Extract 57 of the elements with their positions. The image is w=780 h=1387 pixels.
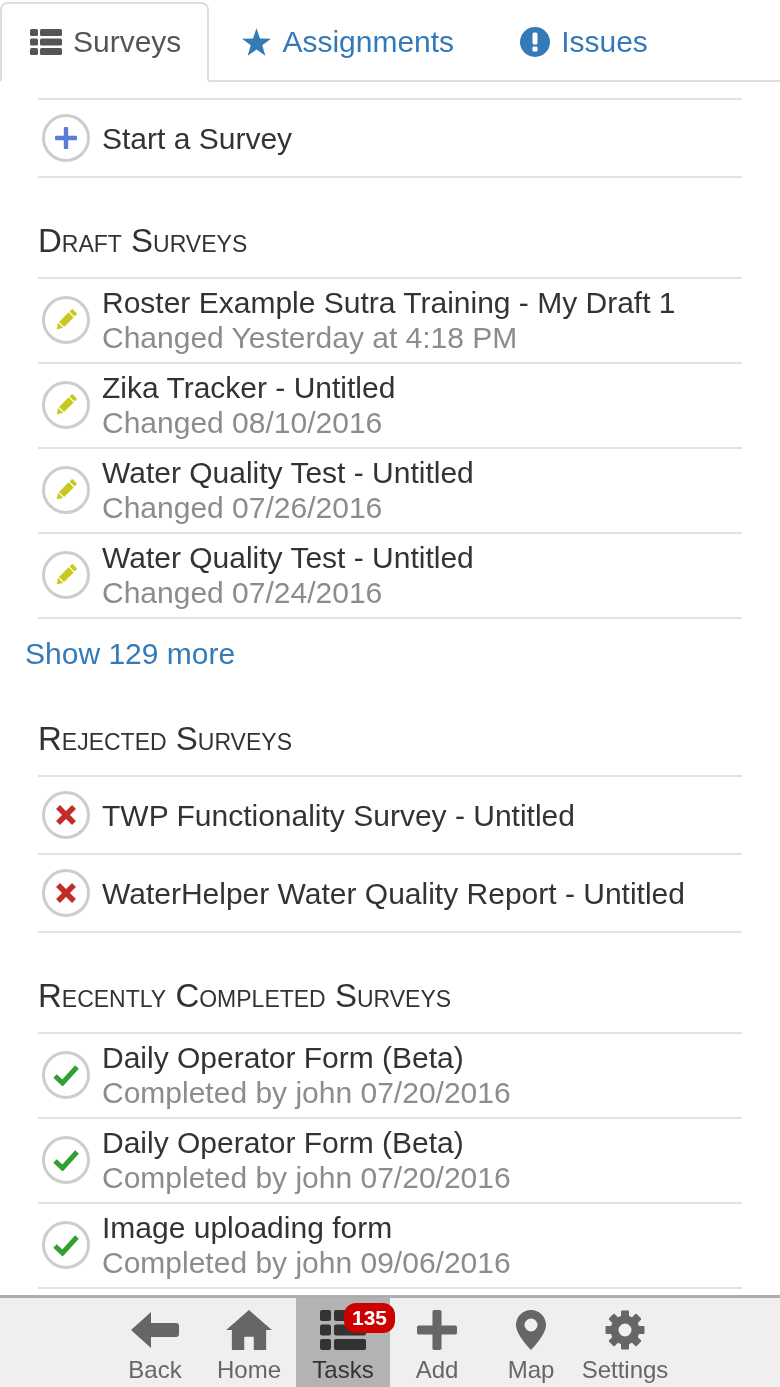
- survey-title: Image uploading form: [102, 1210, 394, 1245]
- show-more-link[interactable]: Show 129 more: [25, 637, 236, 670]
- tab[interactable]: Surveys: [0, 2, 210, 82]
- survey-title: Water Quality Test - Untitled: [102, 540, 474, 575]
- survey-item[interactable]: Daily Operator Form (Beta) Completed by john 07/20/2016: [38, 1119, 742, 1204]
- count-badge: 135: [344, 1303, 396, 1333]
- survey-title: Roster Example Sutra Training - My Draft 1: [102, 285, 676, 320]
- survey-title: Daily Operator Form (Beta): [102, 1125, 465, 1160]
- start-survey-item[interactable]: Start a Survey: [38, 100, 742, 178]
- house-icon: [225, 1310, 273, 1350]
- survey-title: Zika Tracker - Untitled: [102, 370, 396, 405]
- pencil-icon: [42, 551, 90, 599]
- survey-subtitle: Changed 08/10/2016: [102, 405, 384, 440]
- nav-button[interactable]: Map: [484, 1298, 578, 1387]
- settings-icon: [603, 1310, 647, 1350]
- survey-item[interactable]: Water Quality Test - Untitled Changed 07/26/2016: [38, 449, 742, 534]
- survey-item[interactable]: Zika Tracker - Untitled Changed 08/10/2016: [38, 364, 742, 449]
- exclamation-icon: [520, 27, 551, 57]
- tab[interactable]: Issues: [487, 2, 681, 82]
- star-icon: [242, 28, 272, 56]
- arrow-left-icon: [131, 1310, 179, 1350]
- cross-icon: [42, 869, 90, 917]
- plus-icon: [416, 1310, 458, 1350]
- section-heading: Rejected Surveys: [38, 720, 293, 758]
- map-pin-icon: [515, 1310, 547, 1350]
- survey-subtitle: Completed by john 09/06/2016: [102, 1245, 511, 1280]
- survey-item[interactable]: Daily Operator Form (Beta) Completed by john 07/20/2016: [38, 1034, 742, 1119]
- survey-subtitle: Changed Yesterday at 4:18 PM: [102, 320, 519, 355]
- survey-item[interactable]: Water Quality Test - Untitled Changed 07/24/2016: [38, 534, 742, 619]
- survey-title: Daily Operator Form (Beta): [102, 1040, 465, 1075]
- survey-item[interactable]: Image uploading form Completed by john 09/06/2016: [38, 1204, 742, 1289]
- survey-subtitle: Changed 07/26/2016: [102, 490, 384, 525]
- survey-title: WaterHelper Water Quality Report - Untitled: [102, 875, 685, 911]
- survey-title: Water Quality Test - Untitled: [102, 455, 474, 490]
- pencil-icon: [42, 466, 90, 514]
- nav-button[interactable]: Home: [202, 1298, 296, 1387]
- section-heading: Draft Surveys: [38, 222, 249, 260]
- survey-item[interactable]: WaterHelper Water Quality Report - Untitled: [38, 855, 742, 933]
- survey-title: Start a Survey: [102, 120, 293, 156]
- pencil-icon: [42, 296, 90, 344]
- survey-subtitle: Completed by john 07/20/2016: [102, 1160, 511, 1195]
- plus-icon: [42, 114, 90, 162]
- nav-button[interactable]: Back: [108, 1298, 202, 1387]
- section-heading: Recently Completed Surveys: [38, 977, 453, 1015]
- survey-item[interactable]: Roster Example Sutra Training - My Draft 1 Changed Yesterday at 4:18 PM: [38, 279, 742, 364]
- survey-subtitle: Completed by john 07/20/2016: [102, 1075, 511, 1110]
- pencil-icon: [42, 381, 90, 429]
- survey-item[interactable]: TWP Functionality Survey - Untitled: [38, 777, 742, 855]
- list-icon: [30, 29, 62, 55]
- nav-button[interactable]: Settings: [578, 1298, 672, 1387]
- survey-subtitle: Changed 07/24/2016: [102, 575, 384, 610]
- tab[interactable]: Assignments: [209, 2, 488, 82]
- survey-title: TWP Functionality Survey - Untitled: [102, 797, 575, 833]
- checkmark-icon: [42, 1051, 90, 1099]
- checkmark-icon: [42, 1136, 90, 1184]
- checkmark-icon: [42, 1221, 90, 1269]
- cross-icon: [42, 791, 90, 839]
